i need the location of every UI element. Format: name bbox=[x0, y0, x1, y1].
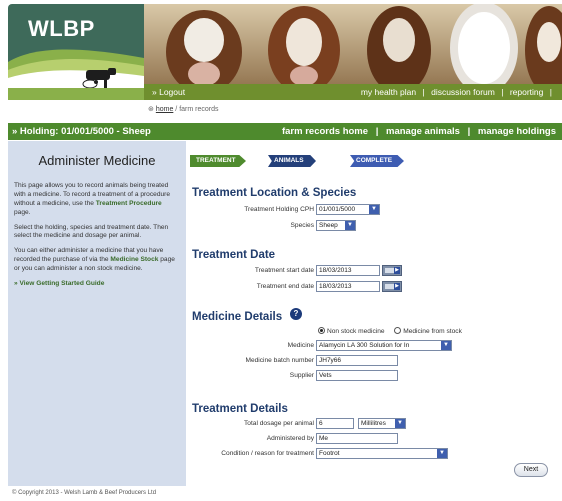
holding-selector[interactable]: » Holding: 01/001/5000 - Sheep bbox=[12, 123, 151, 140]
end-date-label: Treatment end date bbox=[256, 283, 314, 290]
reason-select[interactable]: Footrot ▼ bbox=[316, 448, 448, 459]
sidebar-instructions: Select the holding, species and treatmen… bbox=[14, 223, 169, 240]
step-animals: ANIMALS bbox=[268, 155, 316, 167]
nav-reporting[interactable]: reporting bbox=[510, 87, 544, 97]
calendar-icon[interactable]: ▶ bbox=[382, 265, 402, 276]
nav-separator: | bbox=[467, 126, 471, 137]
logo[interactable]: WLBP bbox=[8, 4, 144, 94]
section-date-title: Treatment Date bbox=[192, 249, 276, 261]
section-treatment-title: Treatment Details bbox=[192, 403, 288, 415]
section-medicine-title: Medicine Details bbox=[192, 311, 283, 323]
treatment-procedure-link[interactable]: Treatment Procedure bbox=[96, 200, 162, 207]
step-treatment: TREATMENT bbox=[190, 155, 246, 167]
breadcrumb-current: farm records bbox=[179, 106, 219, 113]
nav-manage-animals[interactable]: manage animals bbox=[386, 126, 460, 137]
cph-select[interactable]: 01/001/5000 ▼ bbox=[316, 204, 380, 215]
dosage-unit-select[interactable]: Millilitres ▼ bbox=[358, 418, 406, 429]
nav-discussion-forum[interactable]: discussion forum bbox=[431, 87, 495, 97]
start-date-input[interactable]: 18/03/2013 bbox=[316, 265, 380, 276]
medicine-select[interactable]: Alamycin LA 300 Solution for In ▼ bbox=[316, 340, 452, 351]
species-label: Species bbox=[290, 222, 314, 229]
nav-separator: | bbox=[549, 87, 552, 97]
sidebar-stock-note: You can either administer a medicine tha… bbox=[14, 247, 175, 273]
start-date-label: Treatment start date bbox=[254, 267, 314, 274]
supplier-input[interactable]: Vets bbox=[316, 370, 398, 381]
nav-manage-holdings[interactable]: manage holdings bbox=[478, 126, 556, 137]
help-icon[interactable]: ? bbox=[290, 308, 302, 320]
radio-non-stock[interactable] bbox=[318, 327, 325, 334]
radio-non-stock-label: Non stock medicine bbox=[327, 328, 385, 335]
next-button[interactable]: Next bbox=[514, 463, 548, 477]
nav-separator: | bbox=[501, 87, 504, 97]
sidebar-intro: This page allows you to record animals b… bbox=[14, 182, 171, 216]
administered-by-label: Administered by bbox=[266, 435, 314, 442]
medicine-label: Medicine bbox=[287, 342, 314, 349]
section-location-title: Treatment Location & Species bbox=[192, 187, 357, 199]
nav-my-health-plan[interactable]: my health plan bbox=[361, 87, 416, 97]
logo-swoosh bbox=[8, 49, 144, 94]
calendar-icon[interactable]: ▶ bbox=[382, 281, 402, 292]
nav-farm-records-home[interactable]: farm records home bbox=[282, 126, 368, 137]
site-header: WLBP » Logout my health plan | discussio… bbox=[8, 4, 562, 125]
batch-number-input[interactable]: JH7y66 bbox=[316, 355, 398, 366]
nav-separator: | bbox=[422, 87, 425, 97]
chevron-down-icon: ▼ bbox=[437, 449, 447, 458]
footer-copyright: © Copyright 2013 - Welsh Lamb & Beef Pro… bbox=[12, 490, 157, 496]
top-navigation: » Logout my health plan | discussion for… bbox=[144, 84, 562, 100]
radio-from-stock[interactable] bbox=[394, 327, 402, 334]
logo-text: WLBP bbox=[28, 16, 95, 41]
administered-by-input[interactable]: Me bbox=[316, 433, 398, 444]
sidebar: Administer Medicine This page allows you… bbox=[8, 141, 186, 486]
supplier-label: Supplier bbox=[289, 372, 314, 379]
chevron-down-icon: ▼ bbox=[395, 419, 405, 428]
chevron-down-icon: ▼ bbox=[369, 205, 379, 214]
medicine-stock-link[interactable]: Medicine Stock bbox=[110, 256, 158, 263]
radio-from-stock-label: Medicine from stock bbox=[403, 328, 462, 335]
species-select[interactable]: Sheep ▼ bbox=[316, 220, 356, 231]
breadcrumb-home[interactable]: home bbox=[156, 106, 174, 113]
end-date-input[interactable]: 18/03/2013 bbox=[316, 281, 380, 292]
sidebar-title: Administer Medicine bbox=[38, 153, 156, 168]
getting-started-guide-link[interactable]: » View Getting Started Guide bbox=[14, 280, 180, 287]
chevron-down-icon: ▼ bbox=[441, 341, 451, 350]
home-icon: ⊛ bbox=[148, 106, 154, 113]
dosage-input[interactable]: 6 bbox=[316, 418, 354, 429]
chevron-down-icon: ▼ bbox=[345, 221, 355, 230]
holding-bar: » Holding: 01/001/5000 - Sheep farm reco… bbox=[8, 123, 562, 140]
reason-label: Condition / reason for treatment bbox=[221, 450, 314, 457]
logout-link[interactable]: » Logout bbox=[152, 84, 185, 100]
breadcrumb: ⊛ home / farm records bbox=[148, 105, 218, 113]
main-content: TREATMENT ANIMALS COMPLETE Treatment Loc… bbox=[186, 141, 562, 486]
cph-label: Treatment Holding CPH bbox=[244, 206, 314, 213]
dosage-label: Total dosage per animal bbox=[243, 420, 314, 427]
step-complete: COMPLETE bbox=[350, 155, 404, 167]
medicine-source-radios: Non stock medicine Medicine from stock bbox=[318, 327, 462, 335]
batch-label: Medicine batch number bbox=[245, 357, 314, 364]
nav-separator: | bbox=[375, 126, 379, 137]
logo-band bbox=[8, 88, 144, 100]
